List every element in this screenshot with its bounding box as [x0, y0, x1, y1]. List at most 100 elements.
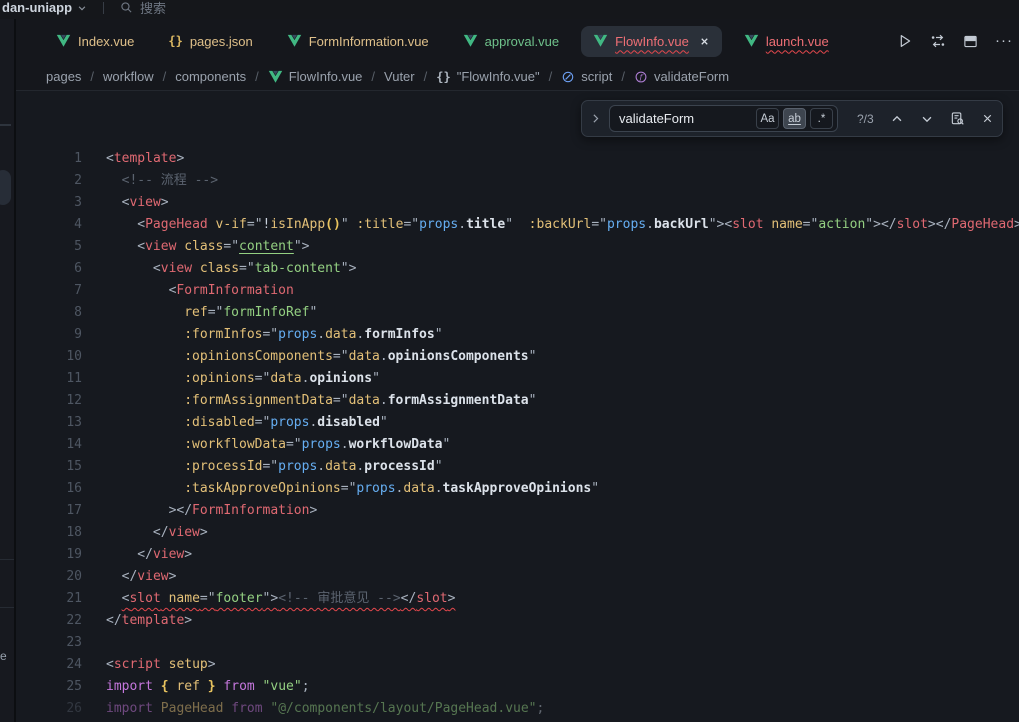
tab-flowinfo-vue[interactable]: FlowInfo.vue	[581, 26, 722, 57]
code-editor[interactable]: 1 <template> 2 <!-- 流程 --> 3 <view> 4 <PageHead…	[16, 91, 1019, 720]
line-number[interactable]: 9	[16, 324, 82, 346]
code-line-content[interactable]: :opinionsComponents="data.opinionsCompon…	[106, 346, 536, 368]
breadcrumb-item[interactable]: Vuter	[384, 69, 415, 84]
code-line: 15 :processId="props.data.processId"	[16, 456, 1019, 478]
editor-pane[interactable]: Aa ab .* ?/3	[16, 90, 1019, 722]
line-number[interactable]: 3	[16, 192, 82, 214]
split-editor-button[interactable]	[963, 34, 978, 49]
line-number[interactable]: 8	[16, 302, 82, 324]
find-input[interactable]	[619, 111, 752, 126]
breadcrumb-separator: /	[371, 69, 375, 84]
code-line: 10 :opinionsComponents="data.opinionsComp…	[16, 346, 1019, 368]
line-number[interactable]: 20	[16, 566, 82, 588]
code-line-content[interactable]: </view>	[106, 544, 192, 566]
code-line-content[interactable]: ></FormInformation>	[106, 500, 317, 522]
global-search[interactable]: 搜索	[120, 0, 166, 17]
line-number[interactable]: 14	[16, 434, 82, 456]
code-line-content[interactable]: import { ref } from "vue";	[106, 676, 310, 698]
more-actions-button[interactable]: ···	[995, 36, 1013, 46]
code-line-content[interactable]: ref="formInfoRef"	[106, 302, 317, 324]
sidebar-fragment	[0, 124, 11, 126]
line-number[interactable]: 5	[16, 236, 82, 258]
code-token: backUrl	[654, 217, 709, 232]
code-line-content[interactable]: <script setup>	[106, 654, 216, 676]
code-token: >	[176, 151, 184, 166]
line-number[interactable]: 21	[16, 588, 82, 610]
tab-approval-vue[interactable]: approval.vue	[451, 26, 571, 57]
tab-label: pages.json	[190, 34, 253, 49]
line-number[interactable]: 1	[16, 148, 82, 170]
code-line-content[interactable]: :processId="props.data.processId"	[106, 456, 443, 478]
line-number[interactable]: 19	[16, 544, 82, 566]
line-number[interactable]: 4	[16, 214, 82, 236]
tab-forminformation-vue[interactable]: FormInformation.vue	[275, 26, 441, 57]
code-token: :processId	[184, 459, 262, 474]
code-token: "vue"	[255, 679, 302, 694]
line-number[interactable]: 13	[16, 412, 82, 434]
code-line-content[interactable]: <PageHead v-if="!isInApp()" :title="prop…	[106, 214, 1019, 236]
previous-match-button[interactable]	[890, 112, 904, 126]
code-token: PageHead	[153, 701, 223, 716]
match-case-button[interactable]: Aa	[756, 108, 779, 129]
code-line-content[interactable]: <view class="tab-content">	[106, 258, 356, 280]
line-number[interactable]: 10	[16, 346, 82, 368]
tab-index-vue[interactable]: Index.vue	[44, 26, 146, 57]
code-line-content[interactable]: :taskApproveOpinions="props.data.taskApp…	[106, 478, 599, 500]
line-number[interactable]: 18	[16, 522, 82, 544]
breadcrumb-item[interactable]: FlowInfo.vue	[268, 69, 363, 84]
line-number[interactable]: 6	[16, 258, 82, 280]
close-icon[interactable]	[981, 112, 994, 125]
code-line-content[interactable]: <template>	[106, 148, 184, 170]
code-line-content[interactable]: <slot name="footer"><!-- 审批意见 --></slot>	[106, 588, 455, 610]
breadcrumb-item[interactable]: script	[561, 69, 612, 84]
code-line-content[interactable]: :formInfos="props.data.formInfos"	[106, 324, 443, 346]
code-line-content[interactable]: import PageHead from "@/components/layou…	[106, 698, 544, 720]
breadcrumb-item[interactable]: {}"FlowInfo.vue"	[436, 69, 539, 84]
code-token: view	[153, 547, 184, 562]
line-number[interactable]: 22	[16, 610, 82, 632]
sidebar-edge[interactable]: e	[0, 19, 16, 722]
line-number[interactable]: 12	[16, 390, 82, 412]
code-line-content[interactable]: </template>	[106, 610, 192, 632]
sidebar-selected-item[interactable]	[0, 170, 11, 205]
close-icon[interactable]	[699, 36, 710, 47]
line-number[interactable]: 15	[16, 456, 82, 478]
open-changes-button[interactable]	[930, 33, 946, 49]
line-number[interactable]: 16	[16, 478, 82, 500]
breadcrumb-item[interactable]: workflow	[103, 69, 154, 84]
regex-button[interactable]: .*	[810, 108, 833, 129]
breadcrumb-item[interactable]: fvalidateForm	[634, 69, 729, 84]
tab-pages-json[interactable]: {}pages.json	[156, 26, 264, 57]
code-line-content[interactable]: :formAssignmentData="data.formAssignment…	[106, 390, 536, 412]
tab-launch-vue[interactable]: launch.vue	[732, 26, 841, 57]
breadcrumb-label: workflow	[103, 69, 154, 84]
code-token: ></	[169, 503, 192, 518]
line-number[interactable]: 7	[16, 280, 82, 302]
code-line-content[interactable]: <view>	[106, 192, 169, 214]
code-line-content[interactable]: :opinions="data.opinions"	[106, 368, 380, 390]
line-number[interactable]: 2	[16, 170, 82, 192]
code-line-content[interactable]: </view>	[106, 522, 208, 544]
code-line-content[interactable]: :disabled="props.disabled"	[106, 412, 388, 434]
project-menu[interactable]: dan-uniapp	[2, 0, 87, 15]
whole-word-button[interactable]: ab	[783, 108, 806, 129]
line-number[interactable]: 17	[16, 500, 82, 522]
run-button[interactable]	[897, 33, 913, 49]
line-number[interactable]: 24	[16, 654, 82, 676]
code-line-content[interactable]: :workflowData="props.workflowData"	[106, 434, 450, 456]
breadcrumb-item[interactable]: pages	[46, 69, 81, 84]
line-number[interactable]: 25	[16, 676, 82, 698]
find-in-selection-button[interactable]	[950, 111, 965, 126]
code-token: slot	[416, 591, 447, 606]
line-number[interactable]: 26	[16, 698, 82, 720]
code-line-content[interactable]: </view>	[106, 566, 176, 588]
line-number[interactable]: 23	[16, 632, 82, 654]
breadcrumb-item[interactable]: components	[175, 69, 246, 84]
code-line-content[interactable]: <view class="content">	[106, 236, 310, 258]
toggle-replace-button[interactable]	[589, 112, 602, 125]
code-line-content[interactable]: <!-- 流程 -->	[106, 170, 218, 192]
next-match-button[interactable]	[920, 112, 934, 126]
code-line-content[interactable]: <FormInformation	[106, 280, 294, 302]
line-number[interactable]: 11	[16, 368, 82, 390]
code-token: ="	[262, 459, 278, 474]
